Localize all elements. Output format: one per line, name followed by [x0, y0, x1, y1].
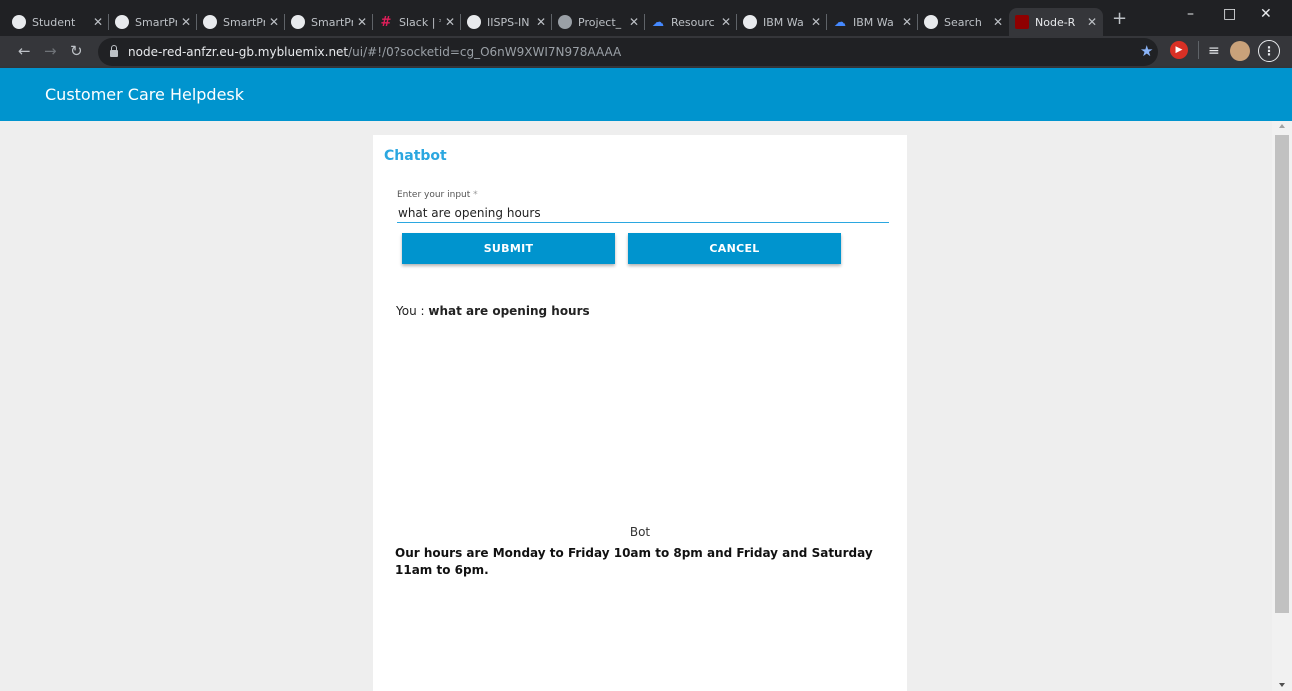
tab-close-icon[interactable]: ✕	[993, 15, 1003, 29]
reload-icon[interactable]: ↻	[70, 42, 83, 60]
browser-tab[interactable]: ☁ IBM Wa ✕	[827, 8, 918, 36]
tab-close-icon[interactable]: ✕	[629, 15, 639, 29]
url-path: /ui/#!/0?socketid=cg_O6nW9XWI7N978AAAA	[348, 45, 622, 59]
browser-tab[interactable]: Student ✕	[6, 8, 109, 36]
tab-close-icon[interactable]: ✕	[93, 15, 103, 29]
bookmark-star-icon[interactable]: ★	[1140, 42, 1153, 60]
browser-tab[interactable]: Project_ ✕	[552, 8, 645, 36]
watson-icon	[743, 15, 757, 29]
bot-label: Bot	[629, 525, 651, 539]
input-label-text: Enter your input	[397, 190, 471, 200]
new-tab-button[interactable]: +	[1112, 10, 1127, 28]
tab-close-icon[interactable]: ✕	[445, 15, 455, 29]
tab-title: SmartPr	[311, 15, 353, 29]
app-header: Customer Care Helpdesk	[0, 68, 1292, 121]
maximize-icon[interactable]: □	[1223, 6, 1236, 22]
user-message-text: what are opening hours	[428, 304, 590, 318]
browser-tab[interactable]: Node-R ✕	[1009, 8, 1103, 36]
ibm-cloud-icon: ☁	[834, 15, 846, 29]
tab-title: Slack | *	[399, 15, 441, 29]
tab-title: Project_	[578, 15, 622, 29]
extension-icon[interactable]: ▶	[1170, 41, 1188, 59]
tab-title: IBM Wa	[853, 15, 894, 29]
tab-title: IBM Wa	[763, 15, 804, 29]
browser-tab[interactable]: ☁ Resourc ✕	[645, 8, 737, 36]
lock-icon	[110, 45, 118, 57]
forward-icon[interactable]: →	[44, 42, 57, 60]
back-icon[interactable]: ←	[18, 42, 31, 60]
tab-title: IISPS-IN	[487, 15, 530, 29]
tab-close-icon[interactable]: ✕	[181, 15, 191, 29]
browser-tab-strip: + – □ ✕ Student ✕ SmartPr ✕ SmartPr ✕ SmartPr ✕…	[0, 0, 1292, 36]
bot-reply: Our hours are Monday to Friday 10am to 8…	[395, 546, 873, 577]
user-message: You : what are opening hours	[396, 304, 590, 318]
close-window-icon[interactable]: ✕	[1260, 6, 1272, 22]
globe-icon	[12, 15, 26, 29]
github-icon	[467, 15, 481, 29]
app-title: Customer Care Helpdesk	[45, 85, 245, 104]
tab-title: Student	[32, 15, 76, 29]
menu-kebab-icon[interactable]: ⋮	[1258, 40, 1280, 62]
tab-title: SmartPr	[135, 15, 177, 29]
minimize-icon[interactable]: –	[1187, 6, 1194, 22]
chatbot-title: Chatbot	[384, 148, 447, 164]
browser-tab[interactable]: SmartPr ✕	[109, 8, 197, 36]
browser-tab[interactable]: IISPS-IN ✕	[461, 8, 552, 36]
chatbot-card: Chatbot Enter your input * SUBMIT CANCEL…	[373, 135, 907, 691]
scroll-down-icon[interactable]	[1279, 683, 1285, 687]
tab-title: Node-R	[1035, 15, 1076, 29]
required-mark: *	[473, 190, 478, 200]
tab-close-icon[interactable]: ✕	[721, 15, 731, 29]
tab-close-icon[interactable]: ✕	[811, 15, 821, 29]
github-icon	[924, 15, 938, 29]
tab-close-icon[interactable]: ✕	[357, 15, 367, 29]
profile-avatar-icon[interactable]	[1230, 41, 1250, 61]
browser-tab[interactable]: Search ✕	[918, 8, 1009, 36]
scrollbar-thumb[interactable]	[1275, 135, 1289, 613]
browser-tab[interactable]: SmartPr ✕	[285, 8, 373, 36]
browser-tab[interactable]: # Slack | * ✕	[373, 8, 461, 36]
reading-list-icon[interactable]: ≡	[1208, 43, 1220, 59]
tab-title: Search	[944, 15, 982, 29]
github-icon	[203, 15, 217, 29]
node-red-icon	[1015, 15, 1029, 29]
url-host: node-red-anfzr.eu-gb.mybluemix.net	[128, 45, 349, 59]
submit-button[interactable]: SUBMIT	[402, 233, 615, 264]
github-icon	[291, 15, 305, 29]
browser-toolbar: ← → ↻ node-red-anfzr.eu-gb.mybluemix.net…	[0, 36, 1292, 68]
ibm-cloud-icon: ☁	[652, 15, 664, 29]
chat-input[interactable]	[397, 203, 889, 223]
globe-icon	[558, 15, 572, 29]
browser-tab[interactable]: IBM Wa ✕	[737, 8, 827, 36]
tab-close-icon[interactable]: ✕	[269, 15, 279, 29]
scroll-up-icon[interactable]	[1279, 124, 1285, 128]
tab-close-icon[interactable]: ✕	[536, 15, 546, 29]
github-icon	[115, 15, 129, 29]
address-bar[interactable]: node-red-anfzr.eu-gb.mybluemix.net/ui/#!…	[98, 38, 1158, 66]
tab-close-icon[interactable]: ✕	[902, 15, 912, 29]
page-scrollbar[interactable]	[1272, 121, 1292, 691]
tab-close-icon[interactable]: ✕	[1087, 15, 1097, 29]
cancel-button[interactable]: CANCEL	[628, 233, 841, 264]
browser-tab[interactable]: SmartPr ✕	[197, 8, 285, 36]
main-content: Chatbot Enter your input * SUBMIT CANCEL…	[0, 121, 1272, 691]
input-label: Enter your input *	[397, 190, 478, 200]
tab-title: SmartPr	[223, 15, 265, 29]
tab-title: Resourc	[671, 15, 715, 29]
user-prefix: You :	[396, 304, 429, 318]
slack-icon: #	[380, 14, 392, 30]
toolbar-divider	[1198, 41, 1199, 59]
